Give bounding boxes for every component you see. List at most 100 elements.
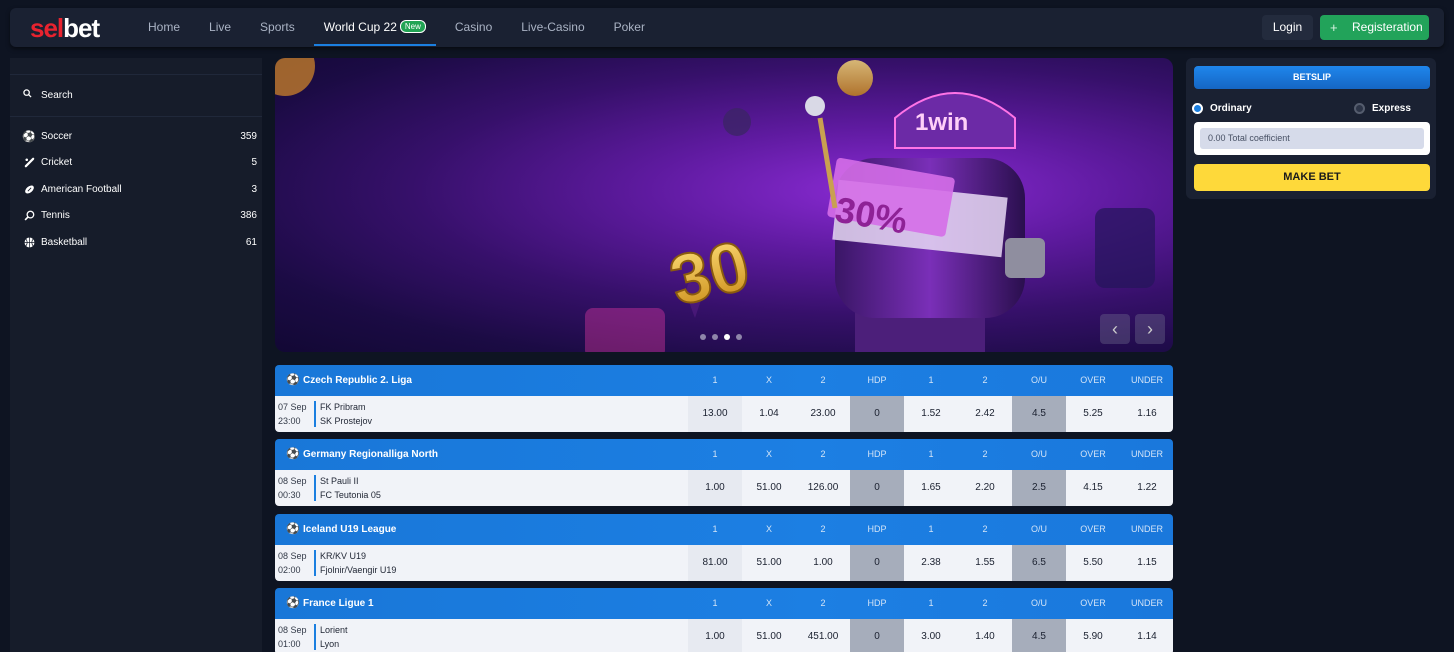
basketball-icon [23,236,35,248]
away-team: FC Teutonia 05 [320,490,381,500]
odds-column-header: HDP [867,449,887,459]
odds-cell[interactable]: 2.42 [958,396,1012,432]
carousel-dot[interactable] [736,334,742,340]
nav-sports[interactable]: Sports [250,8,305,47]
odds-cell[interactable]: 51.00 [742,619,796,652]
carousel-prev-button[interactable]: ‹ [1100,314,1130,344]
soccer-ball-icon: ⚽ [22,130,36,143]
carousel-dots [700,334,742,340]
match-teams: Lorient Lyon [320,623,348,651]
express-label: Express [1372,102,1411,114]
odds-cell[interactable]: 13.00 [688,396,742,432]
selbet-logo[interactable]: selbet [30,13,100,43]
sidebar-item-basketball[interactable]: Basketball 61 [23,233,257,251]
coefficient-box: 0.00 Total coefficient [1194,122,1430,155]
home-team: FK Pribram [320,402,366,412]
league-header[interactable]: ⚽ Germany Regionalliga North 1 X 2 HDP 1 2 O/U OV… [275,439,1173,470]
odds-cell[interactable]: 126.00 [796,470,850,506]
sidebar-item-cricket[interactable]: Cricket 5 [23,153,257,171]
odds-cell[interactable]: 81.00 [688,545,742,581]
odds-column-header: 1 [928,598,934,608]
sidebar-item-american-football[interactable]: American Football 3 [23,180,257,198]
odds-cell[interactable]: 2.38 [904,545,958,581]
odds-cell: 0 [850,470,904,506]
sport-name: American Football [41,183,122,195]
odds-cell[interactable]: 1.14 [1120,619,1174,652]
match-date: 08 Sep [278,551,307,561]
odds-cell[interactable]: 1.40 [958,619,1012,652]
sidebar-item-tennis[interactable]: Tennis 386 [23,206,257,224]
match-time: 00:30 [278,490,301,500]
banner-brand-text: 1win [915,109,968,136]
betslip-title[interactable]: BETSLIP [1194,66,1430,89]
odds-cell[interactable]: 1.00 [796,545,850,581]
nav-live-casino[interactable]: Live-Casino [511,8,594,47]
ordinary-radio[interactable]: Ordinary [1192,101,1252,115]
promo-banner[interactable]: 1win 30% 30 ‹ › [275,58,1173,352]
match-row[interactable]: 08 Sep 00:30 St Pauli II FC Teutonia 05 1.00… [275,470,1173,506]
match-row[interactable]: 07 Sep 23:00 FK Pribram SK Prostejov 13.00 1.… [275,396,1173,432]
cricket-bat-icon [23,156,35,168]
nav-live[interactable]: Live [199,8,241,47]
odds-column-header: UNDER [1130,598,1163,608]
odds-cell[interactable]: 2.20 [958,470,1012,506]
odds-cell[interactable]: 5.90 [1066,619,1120,652]
odds-cell[interactable]: 23.00 [796,396,850,432]
login-button[interactable]: Login [1262,15,1313,40]
carousel-next-button[interactable]: › [1135,314,1165,344]
odds-cell[interactable]: 1.15 [1120,545,1174,581]
league-name: Iceland U19 League [303,524,397,535]
odds-cell[interactable]: 1.22 [1120,470,1174,506]
odds-cell[interactable]: 4.15 [1066,470,1120,506]
match-divider [314,550,316,576]
odds-cell[interactable]: 451.00 [796,619,850,652]
nav-poker[interactable]: Poker [604,8,655,47]
odds-cell[interactable]: 1.55 [958,545,1012,581]
logo-part-bet: bet [63,13,100,43]
odds-cell: 0 [850,545,904,581]
new-badge: New [399,20,426,33]
odds-cell[interactable]: 3.00 [904,619,958,652]
odds-cell[interactable]: 1.04 [742,396,796,432]
nav-home[interactable]: Home [138,8,190,47]
express-radio[interactable]: Express [1354,101,1411,115]
odds-column-header: 1 [928,375,934,385]
odds-cell[interactable]: 5.25 [1066,396,1120,432]
nav-world-cup-22[interactable]: World Cup 22 New [313,8,437,47]
chevron-right-icon: › [1147,319,1153,339]
league-header[interactable]: ⚽ Czech Republic 2. Liga 1 X 2 HDP 1 2 O/U OVER UN… [275,365,1173,396]
main-nav: Home Live Sports World Cup 22 New Casino … [138,8,664,47]
match-row[interactable]: 08 Sep 02:00 KR/KV U19 Fjolnir/Vaengir U19 8… [275,545,1173,581]
banner-promo-number: 30 [662,226,756,321]
search-label: Search [41,89,73,101]
sport-name: Tennis [41,209,70,221]
away-team: Lyon [320,639,340,649]
odds-cell[interactable]: 1.52 [904,396,958,432]
sidebar-search[interactable]: Search [23,84,259,106]
match-date: 08 Sep [278,476,307,486]
odds-cell[interactable]: 1.16 [1120,396,1174,432]
odds-column-header: OVER [1080,375,1106,385]
nav-casino[interactable]: Casino [445,8,502,47]
league-header[interactable]: ⚽ Iceland U19 League 1 X 2 HDP 1 2 O/U OVER UNDER [275,514,1173,545]
odds-cell[interactable]: 1.00 [688,619,742,652]
carousel-dot-active[interactable] [724,334,730,340]
carousel-dot[interactable] [700,334,706,340]
sidebar-item-soccer[interactable]: ⚽ Soccer 359 [22,127,257,145]
odds-cell[interactable]: 51.00 [742,470,796,506]
odds-cell[interactable]: 51.00 [742,545,796,581]
league-header[interactable]: ⚽ France Ligue 1 1 X 2 HDP 1 2 O/U OVER UNDER [275,588,1173,619]
odds-column-header: 1 [712,375,718,385]
carousel-dot[interactable] [712,334,718,340]
odds-cell[interactable]: 5.50 [1066,545,1120,581]
odds-column-header: 1 [928,524,934,534]
odds-cell[interactable]: 1.00 [688,470,742,506]
match-row[interactable]: 08 Sep 01:00 Lorient Lyon 1.00 51.00 451.00 0 3.… [275,619,1173,652]
sidebar-divider [10,116,262,117]
make-bet-button[interactable]: MAKE BET [1194,164,1430,191]
register-button[interactable]: + Registeration [1320,15,1429,40]
league-title: ⚽ Czech Republic 2. Liga [286,365,412,396]
odds-cell[interactable]: 1.65 [904,470,958,506]
odds-column-header: UNDER [1130,375,1163,385]
radio-unchecked-icon [1354,102,1365,114]
